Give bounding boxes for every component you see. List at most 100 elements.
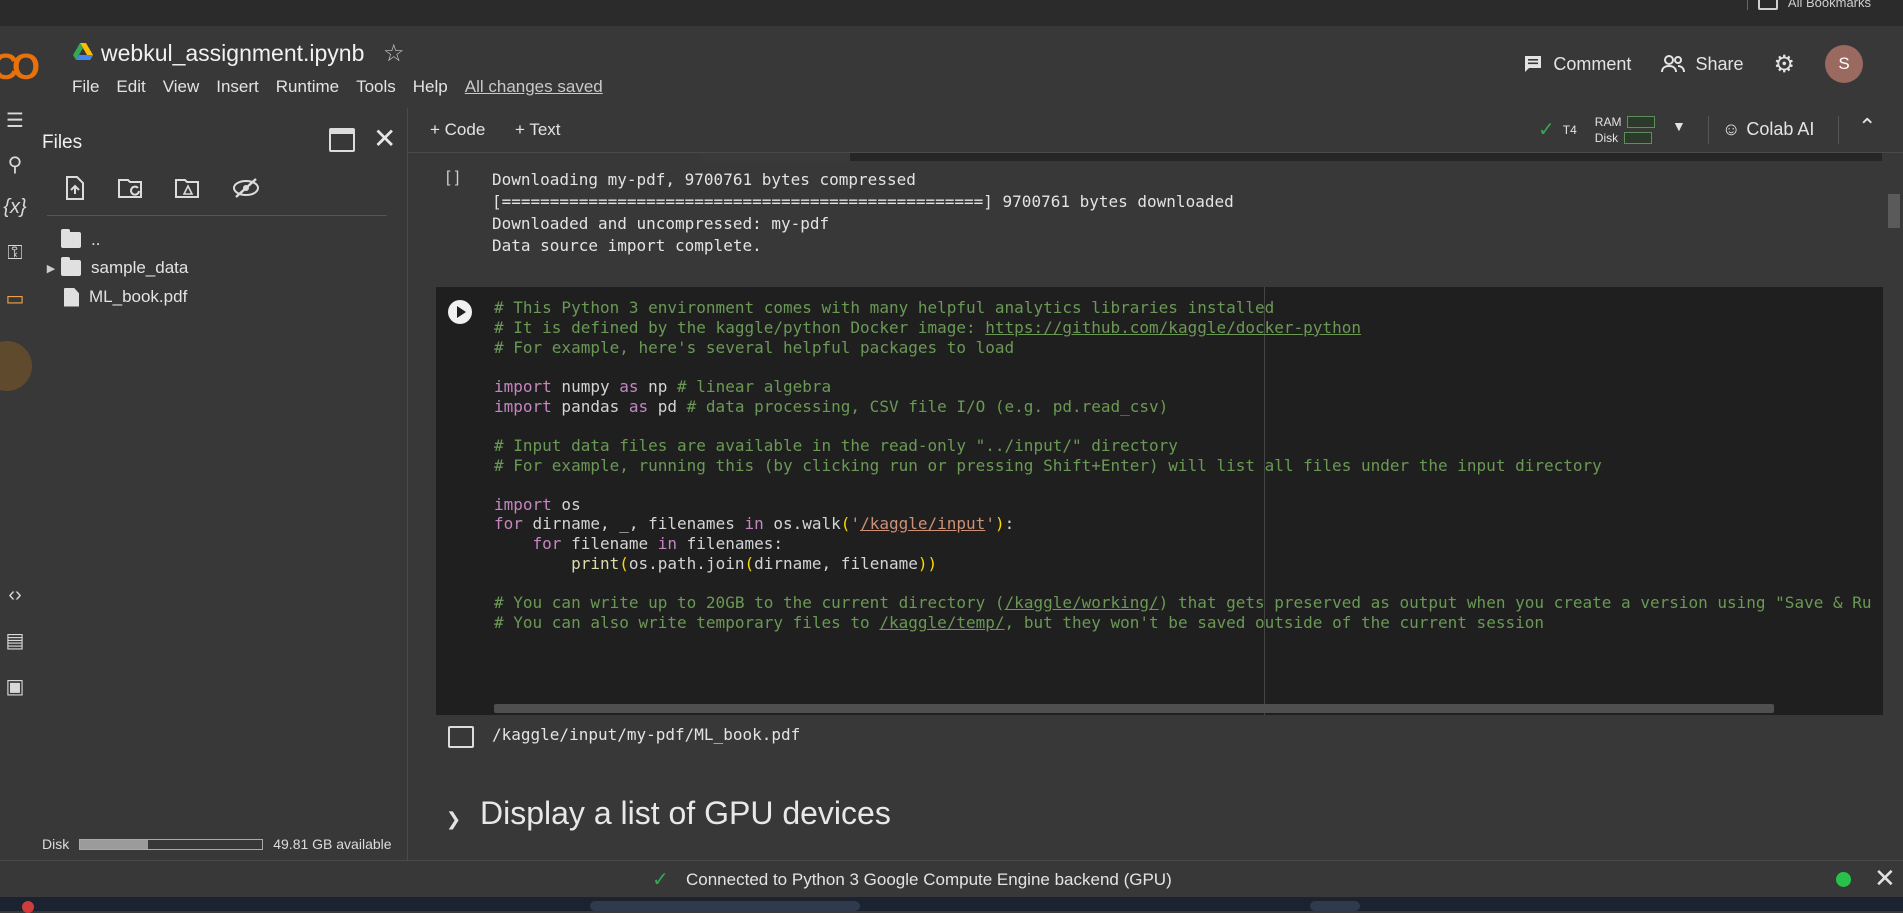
colab-ai-button[interactable]: ☺ Colab AI <box>1722 119 1814 140</box>
cell-run-marker[interactable]: [ ] <box>446 169 459 187</box>
all-bookmarks-button[interactable]: All Bookmarks <box>1746 0 1871 10</box>
all-bookmarks-label: All Bookmarks <box>1787 0 1871 10</box>
logo-text: CO <box>0 46 40 87</box>
run-cell-button[interactable] <box>448 300 472 324</box>
menu-runtime[interactable]: Runtime <box>276 77 339 97</box>
notebook-title[interactable]: webkul_assignment.ipynb <box>101 40 364 67</box>
open-in-tab-icon[interactable] <box>329 128 355 152</box>
taskbar-badge-icon <box>22 901 34 913</box>
section-heading: Display a list of GPU devices <box>480 795 891 831</box>
user-avatar[interactable]: S <box>1825 45 1863 83</box>
left-rail: ☰ ⚲ {x} ⚿ ▭ ‹› ▤ ▣ <box>0 108 37 860</box>
gpu-label: T4 <box>1562 122 1577 137</box>
output-line: [=======================================… <box>492 192 1234 211</box>
command-palette-icon[interactable]: ▤ <box>0 628 30 653</box>
add-code-cell-button[interactable]: + Code <box>430 120 485 140</box>
taskbar-app[interactable] <box>1310 901 1360 911</box>
search-icon[interactable]: ⚲ <box>0 152 30 177</box>
colab-ai-label: Colab AI <box>1746 119 1815 139</box>
menu-insert[interactable]: Insert <box>216 77 259 97</box>
terminal-icon[interactable]: ▣ <box>0 674 30 699</box>
disk-usage-bar <box>79 838 264 850</box>
code-line: import numpy as np # linear algebra <box>494 377 832 396</box>
files-folder-icon[interactable]: ▭ <box>0 286 30 311</box>
menu-bar: File Edit View Insert Runtime Tools Help… <box>72 77 620 97</box>
google-drive-icon <box>73 43 93 60</box>
disk-meter-label: Disk <box>1594 130 1619 145</box>
code-line: for filename in filenames: <box>532 534 783 553</box>
code-line: # This Python 3 environment comes with m… <box>494 298 1275 317</box>
comment-button[interactable]: Comment <box>1523 54 1631 75</box>
colab-header: CO webkul_assignment.ipynb ☆ File Edit V… <box>0 26 1903 108</box>
save-status-link[interactable]: All changes saved <box>465 77 603 97</box>
file-icon <box>64 287 79 307</box>
code-horizontal-scrollbar[interactable] <box>494 704 1774 713</box>
code-line: import os <box>494 495 581 514</box>
files-divider <box>47 215 387 216</box>
code-line: for dirname, _, filenames in os.walk('/k… <box>494 514 1015 533</box>
code-line: import pandas as pd # data processing, C… <box>494 397 1169 416</box>
tree-item-label: sample_data <box>91 258 189 277</box>
browser-bookmarks-bar: All Bookmarks <box>0 0 1903 26</box>
disk-meter: Disk <box>1595 130 1656 145</box>
toolbar-separator <box>1838 116 1839 144</box>
resource-meters: RAM Disk <box>1595 114 1656 145</box>
tree-item-ml-book[interactable]: ML_book.pdf <box>37 284 187 310</box>
ram-label: RAM <box>1594 114 1622 129</box>
add-text-cell-button[interactable]: + Text <box>515 120 561 140</box>
tree-item-sample-data[interactable]: ▶ sample_data <box>37 255 188 281</box>
close-panel-icon[interactable]: ✕ <box>373 122 396 155</box>
disk-label: Disk <box>42 836 70 852</box>
code-line: # You can also write temporary files to … <box>494 613 1544 632</box>
secrets-key-icon[interactable]: ⚿ <box>0 242 30 265</box>
mount-drive-icon[interactable] <box>173 174 205 202</box>
disk-usage: Disk 49.81 GB available <box>42 836 392 852</box>
star-icon[interactable]: ☆ <box>383 39 405 68</box>
code-cell[interactable]: # This Python 3 environment comes with m… <box>436 287 1883 715</box>
section-collapse-caret-icon[interactable]: ❯ <box>446 809 461 830</box>
menu-file[interactable]: File <box>72 77 99 97</box>
collapse-header-icon[interactable]: ⌃ <box>1858 114 1876 140</box>
upload-icon[interactable] <box>59 174 91 202</box>
code-line: # It is defined by the kaggle/python Doc… <box>494 318 1361 337</box>
status-check-icon: ✓ <box>652 869 669 891</box>
tree-item-parent[interactable]: .. <box>37 227 100 253</box>
status-bar: ✓ Connected to Python 3 Google Compute E… <box>0 860 1903 898</box>
share-button[interactable]: Share <box>1661 54 1743 75</box>
tree-item-label: .. <box>91 230 101 249</box>
output-scroll-thumb[interactable] <box>700 153 850 161</box>
menu-edit[interactable]: Edit <box>116 77 145 97</box>
header-actions: Comment Share ⚙ S <box>1523 45 1863 83</box>
colab-logo[interactable]: CO <box>0 46 40 88</box>
connected-check-icon: ✓ <box>1538 119 1555 141</box>
disk-meter-bar <box>1624 131 1653 144</box>
parent-folder-icon <box>61 229 81 248</box>
bookmarks-separator <box>1746 0 1748 10</box>
table-of-contents-icon[interactable]: ☰ <box>0 108 30 133</box>
code-snippets-icon[interactable]: ‹› <box>0 584 30 607</box>
code-line: # For example, here's several helpful pa… <box>494 338 1015 357</box>
rail-files-active-bg <box>0 341 32 391</box>
taskbar-search[interactable] <box>590 901 860 911</box>
output-actions-icon[interactable] <box>448 726 474 748</box>
folder-icon <box>61 257 81 276</box>
notebook-scrollbar-thumb[interactable] <box>1888 194 1900 228</box>
variables-icon[interactable]: {x} <box>0 196 30 219</box>
settings-gear-icon[interactable]: ⚙ <box>1773 50 1795 79</box>
runtime-dropdown-icon[interactable]: ▼ <box>1672 118 1686 134</box>
refresh-icon[interactable] <box>116 174 148 202</box>
runtime-status-button[interactable]: ✓ T4 RAM Disk <box>1538 114 1656 145</box>
status-close-icon[interactable]: ✕ <box>1874 863 1896 894</box>
menu-help[interactable]: Help <box>413 77 448 97</box>
toolbar-separator <box>1708 116 1709 144</box>
connection-status-dot[interactable] <box>1836 872 1851 887</box>
menu-tools[interactable]: Tools <box>356 77 396 97</box>
comment-label: Comment <box>1553 53 1632 74</box>
expand-caret-icon[interactable]: ▶ <box>41 262 61 275</box>
disk-available: 49.81 GB available <box>273 836 392 852</box>
menu-view[interactable]: View <box>163 77 200 97</box>
hide-files-icon[interactable] <box>230 174 262 202</box>
files-toolbar <box>59 174 262 202</box>
output-cell-download: [ ] Downloading my-pdf, 9700761 bytes co… <box>408 153 1883 283</box>
output-line: Data source import complete. <box>492 236 762 255</box>
